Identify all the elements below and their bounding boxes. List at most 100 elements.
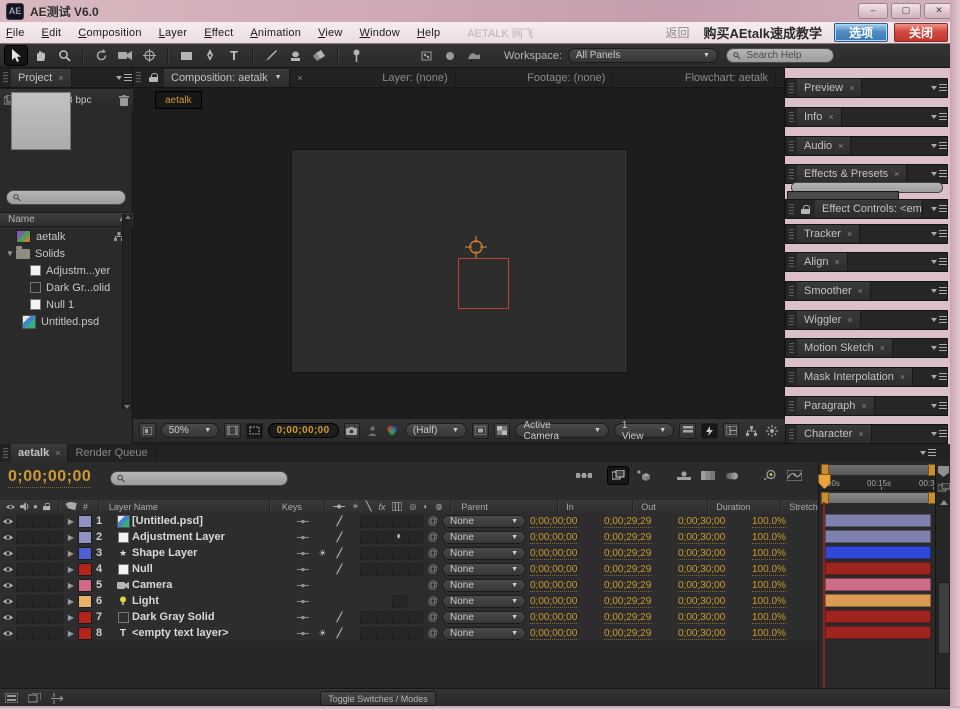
in-value[interactable]: 0;00;00;00 bbox=[530, 596, 604, 607]
project-search-input[interactable] bbox=[25, 191, 119, 204]
panel-gripper[interactable] bbox=[789, 83, 794, 94]
timeline-scrollbar[interactable] bbox=[938, 582, 950, 654]
motion-blur-switch[interactable] bbox=[392, 547, 407, 560]
audio-toggle[interactable] bbox=[16, 531, 31, 544]
expand-layers-icon[interactable] bbox=[5, 693, 18, 703]
solo-toggle[interactable] bbox=[32, 611, 47, 624]
quality-header-icon[interactable]: ╲ bbox=[366, 501, 371, 512]
in-header[interactable]: In bbox=[566, 502, 632, 512]
panel-gripper[interactable] bbox=[789, 315, 794, 326]
comp-flowchart-icon[interactable] bbox=[744, 424, 759, 438]
selection-tool-icon[interactable] bbox=[5, 46, 27, 65]
parent-pickwhip-icon[interactable]: @ bbox=[424, 628, 442, 639]
stretch-value[interactable]: 100.0% bbox=[752, 548, 798, 559]
shy-switch-icon[interactable] bbox=[297, 598, 309, 605]
layer-name[interactable]: Null bbox=[132, 563, 297, 575]
fx-switch[interactable] bbox=[360, 611, 375, 624]
panel-menu-icon[interactable] bbox=[931, 169, 947, 179]
quality-switch-icon[interactable]: ╱ bbox=[331, 548, 348, 559]
free-transform-icon[interactable] bbox=[463, 46, 485, 65]
out-value[interactable]: 0;00;29;29 bbox=[604, 596, 678, 607]
panel-gripper[interactable] bbox=[789, 286, 794, 297]
parent-pickwhip-icon[interactable]: @ bbox=[424, 564, 442, 575]
panel-gripper[interactable] bbox=[789, 257, 794, 268]
audio-toggle[interactable] bbox=[16, 611, 31, 624]
frame-blend-switch[interactable] bbox=[376, 547, 391, 560]
pen-tool-icon[interactable] bbox=[199, 46, 221, 65]
duration-value[interactable]: 0;00;30;00 bbox=[678, 596, 752, 607]
maximize-button[interactable]: ▢ bbox=[891, 3, 921, 19]
stretch-value[interactable]: 100.0% bbox=[752, 516, 798, 527]
in-value[interactable]: 0;00;00;00 bbox=[530, 628, 604, 639]
audio-column-icon[interactable] bbox=[20, 502, 29, 511]
options-button[interactable]: 选项 bbox=[834, 23, 888, 42]
frame-blend-switch[interactable] bbox=[376, 611, 391, 624]
close-icon[interactable]: × bbox=[55, 448, 60, 458]
label-color-swatch[interactable] bbox=[78, 595, 92, 608]
label-color-swatch[interactable] bbox=[78, 563, 92, 576]
magnification-dropdown[interactable]: 50%▼ bbox=[161, 423, 219, 438]
menu-file[interactable]: File bbox=[6, 27, 25, 39]
stretch-header[interactable]: Stretch bbox=[789, 502, 818, 512]
brainstorm-icon[interactable] bbox=[760, 467, 780, 484]
expand-arrow-icon[interactable]: ▶ bbox=[64, 549, 78, 558]
menu-window[interactable]: Window bbox=[360, 27, 400, 39]
layer-bar-3[interactable] bbox=[825, 546, 931, 559]
shy-switch-icon[interactable] bbox=[297, 630, 309, 637]
audio-toggle[interactable] bbox=[16, 563, 31, 576]
shy-header-icon[interactable] bbox=[333, 503, 345, 510]
layer-name[interactable]: Camera bbox=[132, 579, 297, 591]
time-ruler[interactable]: 00s 00:15s 00:3 bbox=[819, 476, 936, 491]
layer-row-5[interactable]: ▶ 5 Camera @ None▼ 0;00;00;00 0;00;29;29… bbox=[0, 577, 818, 594]
lock-toggle[interactable] bbox=[48, 547, 63, 560]
scroll-down-icon[interactable] bbox=[124, 405, 130, 409]
region-of-interest-icon[interactable] bbox=[246, 423, 263, 439]
layer-bar-2[interactable] bbox=[825, 530, 931, 543]
threed-switch[interactable] bbox=[408, 547, 423, 560]
quality-switch-icon[interactable]: ╱ bbox=[331, 516, 348, 527]
layer-row-4[interactable]: ▶ 4 Null ╱ @ None▼ 0;00;00;00 0;00;29;29… bbox=[0, 561, 818, 578]
fx-switch[interactable] bbox=[360, 563, 375, 576]
expand-arrow-icon[interactable]: ▶ bbox=[64, 517, 78, 526]
lock-column-icon[interactable] bbox=[43, 503, 51, 510]
in-value[interactable]: 0;00;00;00 bbox=[530, 548, 604, 559]
composition-subtab[interactable]: aetalk bbox=[155, 91, 202, 109]
solo-toggle[interactable] bbox=[32, 627, 47, 640]
shy-switch-icon[interactable] bbox=[297, 534, 309, 541]
back-link[interactable]: 返回 bbox=[665, 24, 689, 41]
shy-switch-icon[interactable] bbox=[297, 518, 309, 525]
camera-tool-icon[interactable] bbox=[114, 46, 136, 65]
eye-icon[interactable] bbox=[2, 613, 14, 622]
audio-toggle[interactable] bbox=[16, 547, 31, 560]
duration-value[interactable]: 0;00;30;00 bbox=[678, 564, 752, 575]
shy-switch-icon[interactable] bbox=[297, 582, 309, 589]
menu-view[interactable]: View bbox=[318, 27, 342, 39]
panel-gripper[interactable] bbox=[789, 343, 794, 354]
threed-switch[interactable] bbox=[408, 611, 423, 624]
eye-icon[interactable] bbox=[2, 533, 14, 542]
project-item-dark-gray[interactable]: Dark Gr...olid bbox=[0, 279, 124, 296]
panel-gripper[interactable] bbox=[789, 429, 794, 440]
motion-blur-icon[interactable] bbox=[722, 467, 742, 484]
panel-menu-icon[interactable] bbox=[931, 83, 947, 93]
adjustment-switch[interactable] bbox=[408, 515, 423, 528]
lock-toggle[interactable] bbox=[48, 595, 63, 608]
channels-icon[interactable] bbox=[385, 424, 400, 438]
out-value[interactable]: 0;00;29;29 bbox=[604, 580, 678, 591]
work-area-bar[interactable] bbox=[821, 492, 936, 504]
comp-marker-bin-icon[interactable] bbox=[938, 466, 949, 477]
frame-blend-header-icon[interactable] bbox=[392, 502, 402, 511]
quality-switch-icon[interactable]: ╱ bbox=[331, 628, 348, 639]
parent-header[interactable]: Parent bbox=[461, 502, 557, 512]
panel-menu-icon[interactable] bbox=[931, 315, 947, 325]
label-color-swatch[interactable] bbox=[78, 531, 92, 544]
parent-pickwhip-icon[interactable]: @ bbox=[424, 596, 442, 607]
eraser-tool-icon[interactable] bbox=[308, 46, 330, 65]
layer-bar-4[interactable] bbox=[825, 562, 931, 575]
audio-toggle[interactable] bbox=[16, 595, 31, 608]
layer-row-8[interactable]: ▶ 8 T <empty text layer> ☀ ╱ @ None▼ 0;0… bbox=[0, 625, 818, 642]
layer-bar-8[interactable] bbox=[825, 626, 931, 639]
tab-footage[interactable]: Footage: (none) bbox=[520, 69, 613, 87]
panel-menu-icon[interactable] bbox=[931, 429, 947, 439]
solo-toggle[interactable] bbox=[32, 563, 47, 576]
